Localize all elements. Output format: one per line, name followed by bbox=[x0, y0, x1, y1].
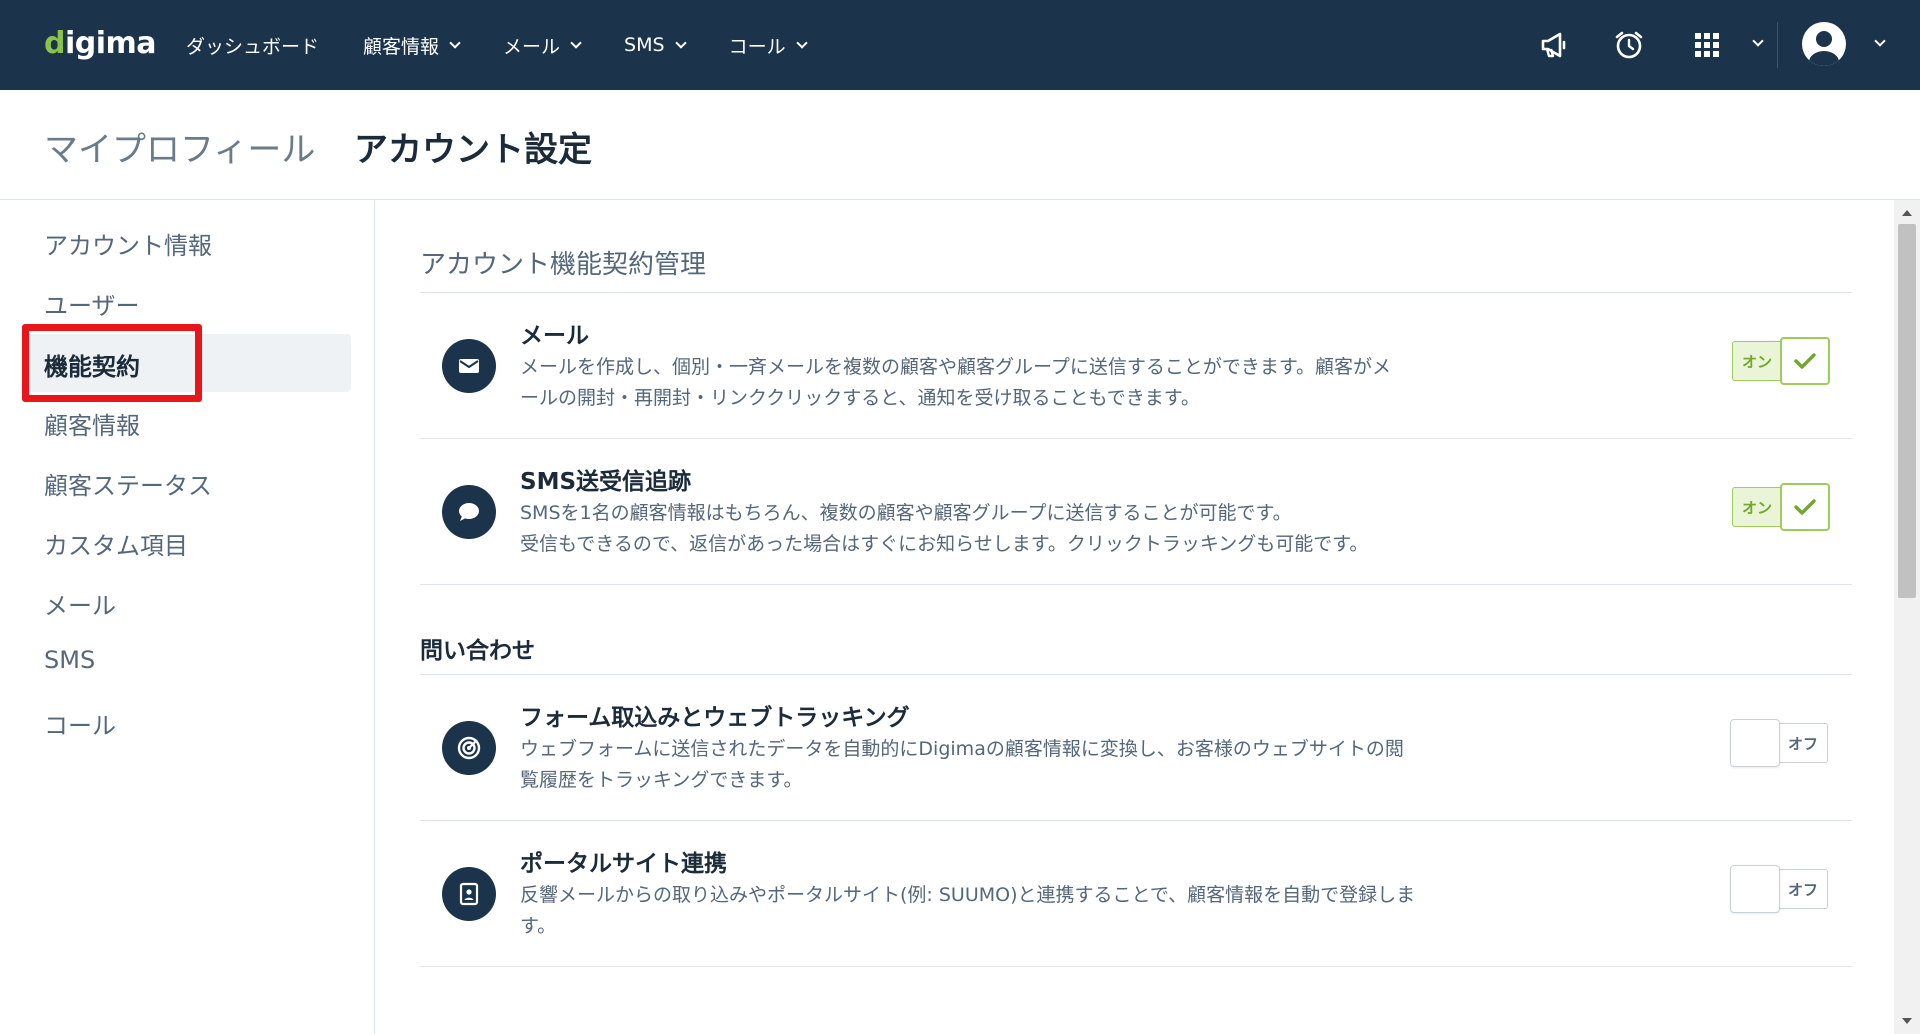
envelope-icon bbox=[442, 339, 496, 393]
document-user-icon bbox=[442, 867, 496, 921]
apps-grid-icon[interactable] bbox=[1690, 28, 1724, 62]
chevron-down-icon[interactable] bbox=[1874, 35, 1886, 47]
feature-desc-sms: SMSを1名の顧客情報はもちろん、複数の顧客や顧客グループに送信することが可能で… bbox=[520, 502, 1369, 555]
checkmark-icon bbox=[1780, 337, 1830, 385]
megaphone-icon[interactable] bbox=[1537, 28, 1571, 62]
chevron-down-icon[interactable] bbox=[1752, 35, 1764, 47]
nav-call[interactable]: コール bbox=[729, 32, 808, 59]
top-navbar: digima ダッシュボード 顧客情報 メール SMS コール bbox=[0, 0, 1920, 90]
main-nav: ダッシュボード 顧客情報 メール SMS コール bbox=[186, 0, 850, 90]
checkmark-icon bbox=[1780, 483, 1830, 531]
sidebar-item-sms[interactable]: SMS bbox=[44, 646, 95, 674]
divider bbox=[420, 292, 1852, 293]
sidebar-item-customer-info[interactable]: 顧客情報 bbox=[44, 406, 140, 441]
toggle-off-label: オフ bbox=[1778, 869, 1828, 909]
scroll-down-arrow-icon[interactable] bbox=[1902, 1018, 1912, 1024]
sms-toggle[interactable]: オン bbox=[1732, 483, 1830, 531]
nav-mail[interactable]: メール bbox=[503, 32, 582, 59]
alarm-clock-icon[interactable] bbox=[1612, 28, 1646, 62]
form-tracking-toggle[interactable]: オフ bbox=[1730, 719, 1828, 767]
settings-sidebar: アカウント情報 ユーザー 機能契約 顧客情報 顧客ステータス カスタム項目 メー… bbox=[0, 200, 375, 1034]
group-title-inquiries: 問い合わせ bbox=[420, 638, 535, 664]
chat-bubble-icon bbox=[442, 485, 496, 539]
feature-title-form-tracking: フォーム取込みとウェブトラッキング bbox=[520, 705, 910, 731]
toggle-on-label: オン bbox=[1732, 487, 1782, 527]
nav-divider bbox=[1777, 22, 1778, 68]
sidebar-item-call[interactable]: コール bbox=[44, 706, 116, 741]
divider bbox=[420, 674, 1852, 675]
target-icon bbox=[442, 721, 496, 775]
nav-sms[interactable]: SMS bbox=[624, 34, 687, 56]
divider bbox=[420, 584, 1852, 585]
digima-logo[interactable]: digima bbox=[44, 26, 157, 61]
feature-title-portal: ポータルサイト連携 bbox=[520, 851, 727, 877]
mail-toggle[interactable]: オン bbox=[1732, 337, 1830, 385]
feature-desc-form-tracking: ウェブフォームに送信されたデータを自動的にDigimaの顧客情報に変換し、お客様… bbox=[520, 738, 1404, 791]
feature-desc-portal: 反響メールからの取り込みやポータルサイト(例: SUUMO)と連携することで、顧… bbox=[520, 884, 1416, 937]
chevron-down-icon bbox=[449, 36, 461, 49]
nav-dashboard[interactable]: ダッシュボード bbox=[186, 32, 319, 59]
feature-title-mail: メール bbox=[520, 323, 589, 349]
toggle-on-label: オン bbox=[1732, 341, 1782, 381]
scrollbar-thumb[interactable] bbox=[1898, 224, 1916, 598]
sidebar-item-mail[interactable]: メール bbox=[44, 586, 116, 621]
tab-my-profile[interactable]: マイプロフィール bbox=[44, 122, 315, 171]
tab-account-settings[interactable]: アカウント設定 bbox=[354, 122, 592, 171]
nav-customers[interactable]: 顧客情報 bbox=[363, 32, 461, 59]
section-title: アカウント機能契約管理 bbox=[420, 250, 707, 280]
feature-desc-mail: メールを作成し、個別・一斉メールを複数の顧客や顧客グループに送信することができま… bbox=[520, 356, 1391, 409]
vertical-scrollbar[interactable] bbox=[1894, 200, 1920, 1034]
sidebar-item-custom-fields[interactable]: カスタム項目 bbox=[44, 526, 188, 561]
sidebar-item-customer-status[interactable]: 顧客ステータス bbox=[44, 466, 212, 501]
toggle-off-label: オフ bbox=[1778, 723, 1828, 763]
divider bbox=[420, 966, 1852, 967]
red-annotation-box bbox=[22, 324, 202, 402]
portal-toggle[interactable]: オフ bbox=[1730, 865, 1828, 913]
chevron-down-icon bbox=[795, 36, 808, 49]
feature-contract-panel: アカウント機能契約管理 メール メールを作成し、個別・一斉メールを複数の顧客や顧… bbox=[376, 200, 1894, 1034]
divider bbox=[420, 438, 1852, 439]
divider bbox=[420, 820, 1852, 821]
toggle-knob bbox=[1730, 719, 1780, 767]
feature-title-sms: SMS送受信追跡 bbox=[520, 469, 692, 495]
scroll-up-arrow-icon[interactable] bbox=[1902, 210, 1912, 216]
sidebar-item-account-info[interactable]: アカウント情報 bbox=[44, 226, 212, 261]
toggle-knob bbox=[1730, 865, 1780, 913]
sidebar-item-users[interactable]: ユーザー bbox=[44, 286, 140, 321]
user-avatar-icon[interactable] bbox=[1800, 20, 1848, 68]
chevron-down-icon bbox=[674, 36, 687, 49]
page-title-bar: マイプロフィール アカウント設定 bbox=[0, 90, 1920, 200]
chevron-down-icon bbox=[570, 36, 582, 49]
